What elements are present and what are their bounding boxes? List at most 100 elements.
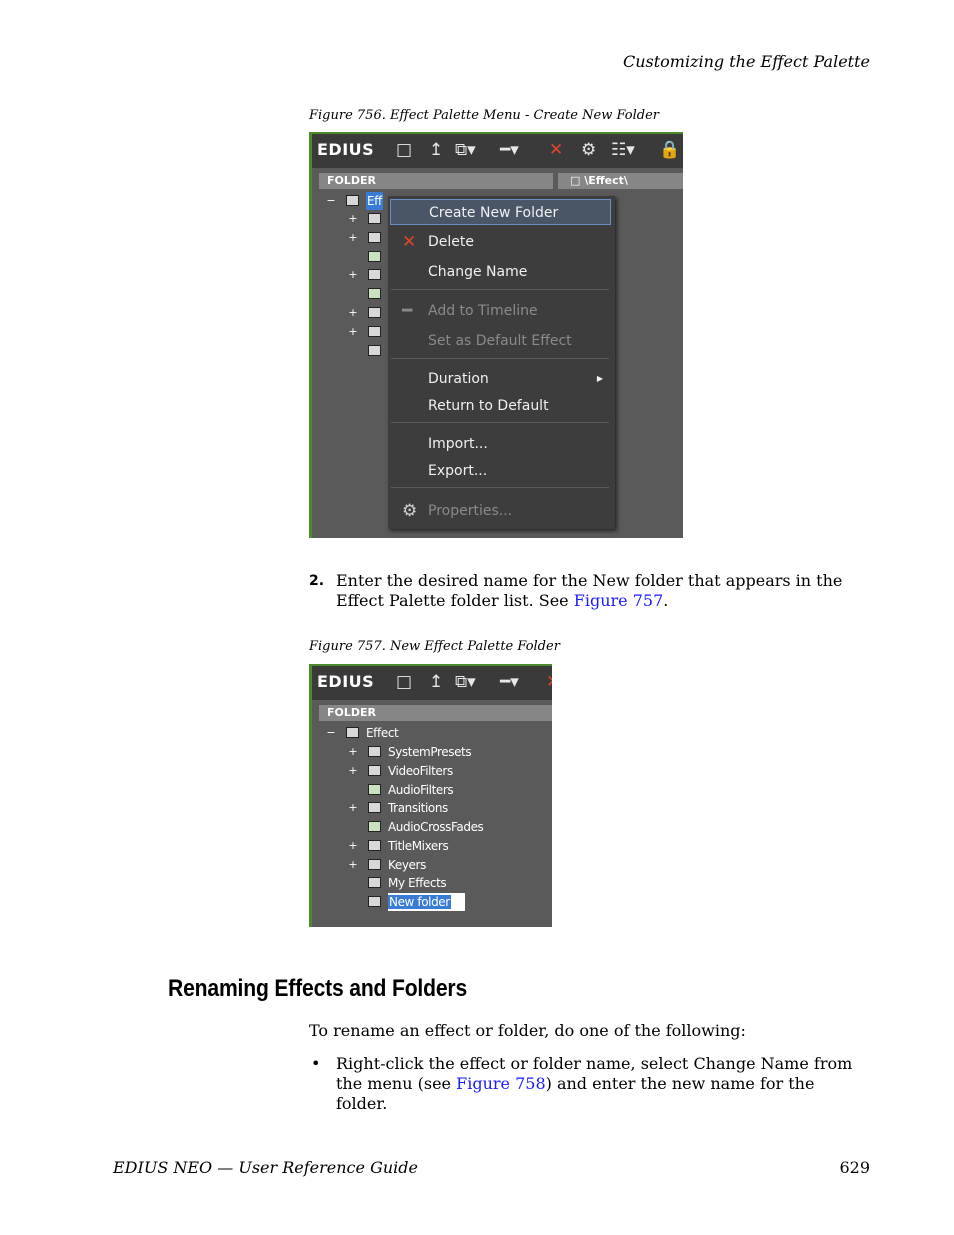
delete-icon[interactable]: ✕ <box>546 672 552 692</box>
menu-item-export[interactable]: Export... <box>390 458 611 484</box>
menu-item-change-name[interactable]: Change Name <box>390 259 611 285</box>
properties-icon[interactable]: ⚙ <box>581 140 596 160</box>
step-2-text: Enter the desired name for the New folde… <box>336 571 866 611</box>
expand-icon[interactable]: + <box>348 837 358 855</box>
tree-item-label[interactable]: AudioCrossFades <box>388 818 484 836</box>
tree-item-label[interactable]: AudioFilters <box>388 781 454 799</box>
tree-item-label[interactable]: Keyers <box>388 856 426 874</box>
folder-icon[interactable]: □ <box>396 672 412 692</box>
add-to-timeline-icon: ━ <box>402 301 413 321</box>
title-folder-icon <box>368 840 381 851</box>
menu-item-add-to-timeline[interactable]: ━ Add to Timeline <box>390 298 611 324</box>
expand-icon[interactable]: + <box>348 799 358 817</box>
menu-item-import[interactable]: Import... <box>390 431 611 457</box>
expand-icon[interactable]: + <box>348 323 358 341</box>
menu-item-label: Properties... <box>428 503 513 519</box>
figure-757-caption: Figure 757. New Effect Palette Folder <box>309 639 560 654</box>
section-intro: To rename an effect or folder, do one of… <box>309 1021 746 1040</box>
folder-icon <box>368 213 381 224</box>
add-to-timeline-icon[interactable]: ━▾ <box>500 140 519 160</box>
open-folder-icon <box>346 195 359 206</box>
folder-icon: □ <box>570 174 585 187</box>
up-arrow-icon[interactable]: ↥ <box>429 672 443 692</box>
menu-separator <box>391 289 609 290</box>
properties-icon: ⚙ <box>402 501 418 521</box>
effect-palette-screenshot-2: EDIUS □ ↥ ⧉▾ ━▾ ✕ FOLDER − Effect + Syste… <box>309 664 552 927</box>
figure-757-link[interactable]: Figure 757 <box>574 591 664 610</box>
folder-icon <box>368 746 381 757</box>
folder-icon <box>368 859 381 870</box>
folder-icon <box>368 345 381 356</box>
folder-icon <box>368 896 381 907</box>
toolbar: EDIUS □ ↥ ⧉▾ ━▾ ✕ ⚙ ☷▾ 🔒 <box>312 134 683 168</box>
tree-root-label[interactable]: Effect <box>366 724 399 742</box>
audio-folder-icon <box>368 251 381 262</box>
expand-icon[interactable]: + <box>348 856 358 874</box>
folder-column-header: FOLDER <box>319 173 553 189</box>
folder-icon[interactable]: □ <box>396 140 412 160</box>
figure-758-link[interactable]: Figure 758 <box>456 1074 546 1093</box>
menu-item-label: Set as Default Effect <box>428 333 572 349</box>
edius-logo: EDIUS <box>317 672 375 691</box>
menu-item-delete[interactable]: ✕ Delete <box>390 229 611 255</box>
expand-icon[interactable]: + <box>348 229 358 247</box>
open-folder-icon <box>346 727 359 738</box>
tree-root-label[interactable]: Eff <box>366 192 383 210</box>
folder-icon <box>368 802 381 813</box>
folder-icon <box>368 326 381 337</box>
expand-icon[interactable]: + <box>348 266 358 284</box>
menu-item-label: Delete <box>428 234 474 250</box>
bullet-text: Right-click the effect or folder name, s… <box>336 1054 866 1114</box>
folder-copy-icon[interactable]: ⧉▾ <box>455 672 476 692</box>
folder-icon <box>368 765 381 776</box>
folder-copy-icon[interactable]: ⧉▾ <box>455 140 476 160</box>
menu-item-label: Change Name <box>428 264 528 280</box>
title-folder-icon <box>368 307 381 318</box>
running-header: Customizing the Effect Palette <box>622 52 870 71</box>
audio-folder-icon <box>368 288 381 299</box>
expand-icon[interactable]: + <box>348 743 358 761</box>
menu-separator <box>391 422 609 423</box>
expand-icon[interactable]: + <box>348 762 358 780</box>
delete-icon: ✕ <box>402 232 417 252</box>
folder-icon <box>368 269 381 280</box>
menu-separator <box>391 487 609 488</box>
menu-item-label: Export... <box>428 463 488 479</box>
tree-item-label[interactable]: SystemPresets <box>388 743 472 761</box>
edius-logo: EDIUS <box>317 140 375 159</box>
up-arrow-icon[interactable]: ↥ <box>429 140 443 160</box>
menu-item-return-to-default[interactable]: Return to Default <box>390 393 611 419</box>
path-label: \Effect\ <box>584 174 628 187</box>
figure-756-caption: Figure 756. Effect Palette Menu - Create… <box>309 108 659 123</box>
context-menu: Create New Folder ✕ Delete Change Name ━ A… <box>388 196 615 529</box>
folder-icon <box>368 232 381 243</box>
menu-item-set-as-default[interactable]: Set as Default Effect <box>390 328 611 354</box>
tree-item-label[interactable]: My Effects <box>388 874 447 892</box>
view-mode-icon[interactable]: ☷▾ <box>611 140 635 160</box>
new-folder-label[interactable]: New folder <box>388 895 451 909</box>
expand-icon[interactable]: + <box>348 210 358 228</box>
menu-item-create-new-folder[interactable]: Create New Folder <box>390 199 611 225</box>
add-to-timeline-icon[interactable]: ━▾ <box>500 672 519 692</box>
menu-item-label: Add to Timeline <box>428 303 538 319</box>
submenu-arrow-icon: ▶ <box>596 374 603 383</box>
tree-item-label[interactable]: TitleMixers <box>388 837 449 855</box>
folder-column-header: FOLDER <box>319 705 552 721</box>
expand-icon[interactable]: + <box>348 304 358 322</box>
tree-item-label[interactable]: Transitions <box>388 799 448 817</box>
tree-item-label[interactable]: VideoFilters <box>388 762 453 780</box>
collapse-icon[interactable]: − <box>326 724 336 742</box>
step-2-text-after: . <box>663 591 669 610</box>
menu-item-properties[interactable]: ⚙ Properties... <box>390 498 611 524</box>
lock-icon[interactable]: 🔒 <box>659 140 680 160</box>
page-number: 629 <box>839 1158 870 1177</box>
rename-field[interactable]: New folder <box>388 893 465 911</box>
delete-icon[interactable]: ✕ <box>549 140 563 160</box>
menu-item-label: Create New Folder <box>429 205 559 221</box>
menu-separator <box>391 358 609 359</box>
menu-item-duration[interactable]: Duration ▶ <box>390 366 611 392</box>
folder-icon <box>368 877 381 888</box>
menu-item-label: Import... <box>428 436 488 452</box>
path-column-header: □ \Effect\ <box>558 173 683 189</box>
collapse-icon[interactable]: − <box>326 192 336 210</box>
